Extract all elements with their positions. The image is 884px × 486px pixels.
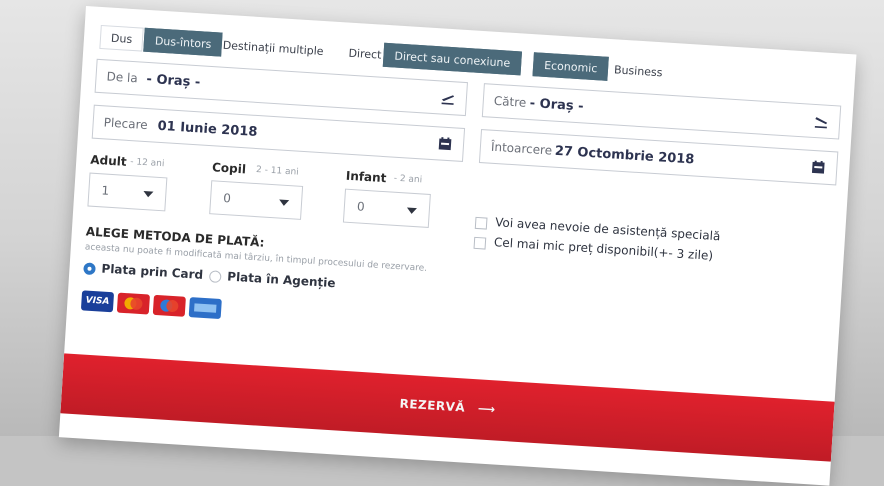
tab-direct-sau-conexiune[interactable]: Direct sau conexiune — [382, 42, 522, 76]
adult-select[interactable]: 1 — [87, 172, 168, 212]
departure-label: Plecare — [103, 115, 149, 133]
infant-value: 0 — [356, 199, 366, 214]
tab-destinatii-multiple[interactable]: Destinații multiple — [211, 32, 335, 64]
plane-landing-icon — [813, 113, 830, 130]
tab-economic[interactable]: Economic — [532, 52, 610, 81]
booking-form-card: Dus Dus-întors Destinații multiple Direc… — [58, 6, 857, 486]
from-label: De la — [106, 69, 139, 86]
special-assistance-checkbox[interactable] — [474, 216, 488, 230]
infant-label: Infant — [345, 168, 387, 186]
infant-select[interactable]: 0 — [342, 188, 431, 228]
child-hint: 2 - 11 ani — [255, 165, 300, 178]
chevron-down-icon — [278, 199, 290, 207]
departure-value: 01 Iunie 2018 — [157, 118, 258, 140]
pay-agency-radio[interactable] — [208, 270, 222, 284]
return-date-field[interactable]: Întoarcere 27 Octombrie 2018 — [478, 129, 839, 186]
to-label: Către — [493, 93, 527, 110]
pay-card-label: Plata prin Card — [101, 261, 204, 282]
tab-business[interactable]: Business — [602, 57, 674, 85]
pay-agency-label: Plata în Agenție — [226, 269, 336, 291]
departure-date-field[interactable]: Plecare 01 Iunie 2018 — [91, 104, 466, 162]
adult-hint: - 12 ani — [129, 157, 165, 170]
pay-card-radio[interactable] — [83, 262, 96, 276]
from-value: - Oraș - — [146, 71, 201, 91]
visa-icon: VISA — [80, 290, 115, 313]
calendar-icon — [437, 135, 454, 152]
adult-value: 1 — [101, 183, 110, 198]
return-value: 27 Octombrie 2018 — [554, 143, 695, 168]
maestro-icon — [152, 294, 186, 317]
child-label: Copil — [211, 160, 247, 177]
tab-dus[interactable]: Dus — [99, 24, 144, 52]
child-value: 0 — [222, 191, 232, 206]
chevron-down-icon — [143, 190, 154, 198]
chevron-down-icon — [406, 207, 417, 215]
adult-label: Adult — [89, 152, 128, 169]
arrow-right-icon: ⟶ — [477, 401, 496, 417]
to-value: - Oraș - — [529, 96, 584, 115]
calendar-icon — [810, 159, 827, 176]
rezerva-button[interactable]: REZERVĂ ⟶ — [60, 353, 835, 462]
child-select[interactable]: 0 — [209, 180, 304, 220]
to-field[interactable]: Către - Oraș - — [481, 83, 842, 140]
return-label: Întoarcere — [490, 139, 553, 158]
lowest-price-checkbox[interactable] — [473, 236, 487, 250]
mastercard-icon — [116, 292, 151, 315]
plane-takeoff-icon — [439, 89, 456, 106]
rezerva-label: REZERVĂ — [399, 396, 466, 415]
infant-hint: - 2 ani — [393, 173, 423, 186]
amex-icon — [188, 297, 222, 320]
